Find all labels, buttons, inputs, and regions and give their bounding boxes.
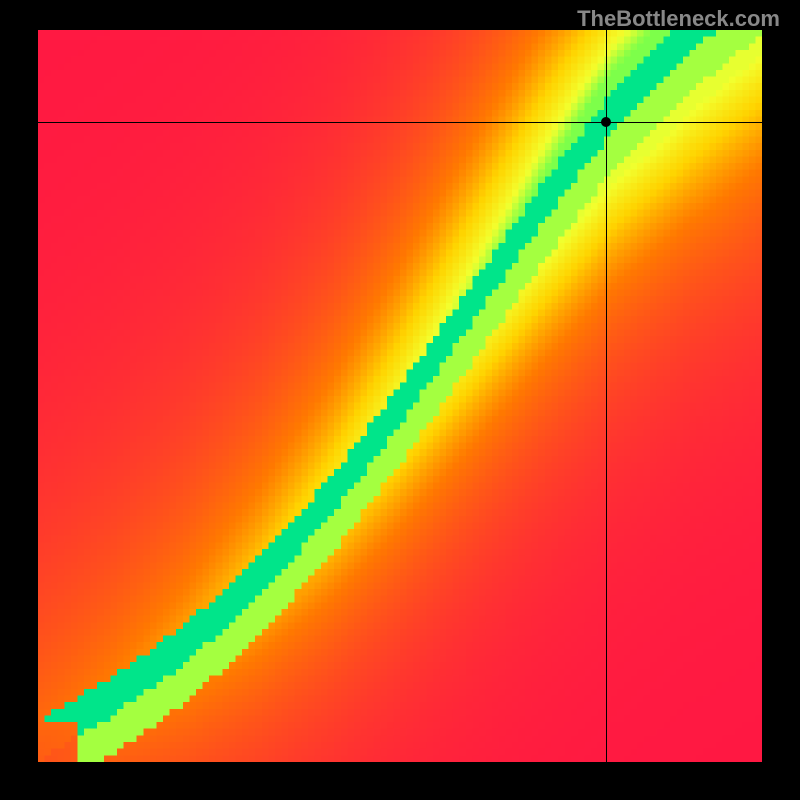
crosshair-vertical [606, 30, 607, 762]
crosshair-horizontal [38, 122, 762, 123]
heatmap-plot [38, 30, 762, 762]
watermark-text: TheBottleneck.com [577, 6, 780, 32]
heatmap-canvas [38, 30, 762, 762]
data-point-marker [601, 117, 611, 127]
